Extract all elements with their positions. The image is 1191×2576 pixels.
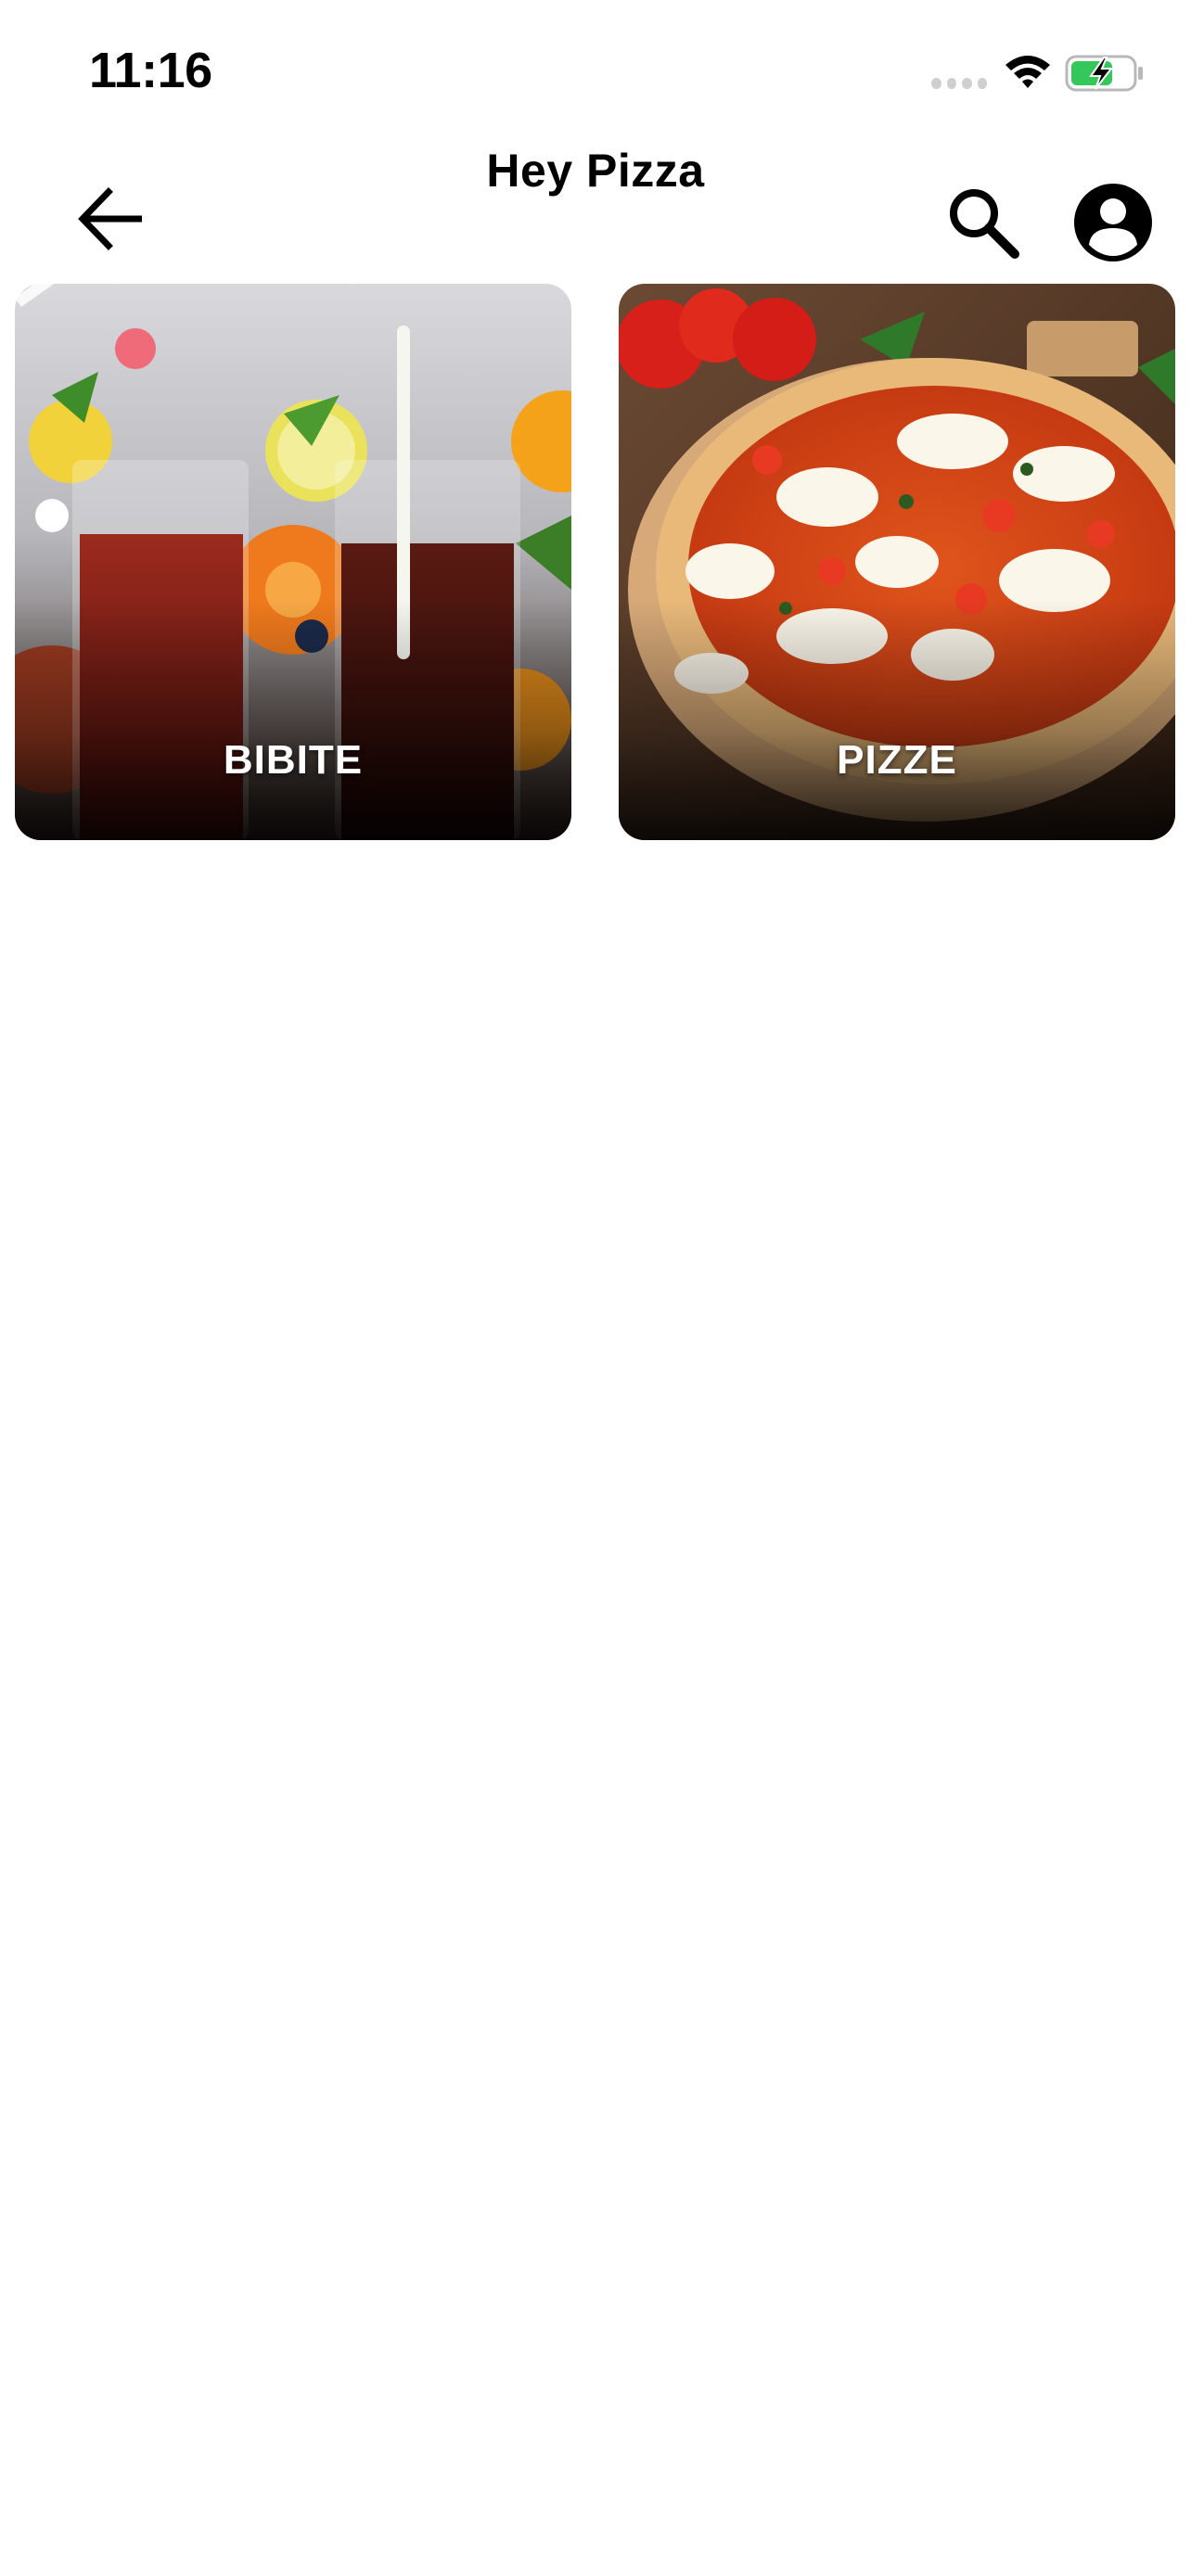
app-header: Hey Pizza [0,139,1191,278]
card-shade [15,599,571,840]
back-button[interactable] [69,182,152,256]
battery-charging-icon [1065,55,1143,92]
signal-dots-icon [931,78,987,91]
category-label: BIBITE [223,737,364,783]
arrow-left-icon [78,187,142,250]
status-time: 11:16 [89,43,212,98]
status-bar: 11:16 [0,0,1191,139]
profile-button[interactable] [1067,176,1159,269]
category-card-bibite[interactable]: BIBITE [15,284,571,840]
wifi-icon [1005,56,1050,88]
account-circle-icon [1074,184,1152,261]
search-icon [950,189,1019,259]
category-card-pizze[interactable]: PIZZE [619,284,1175,840]
category-label: PIZZE [837,737,957,783]
card-shade [619,599,1175,840]
search-button[interactable] [937,176,1030,269]
